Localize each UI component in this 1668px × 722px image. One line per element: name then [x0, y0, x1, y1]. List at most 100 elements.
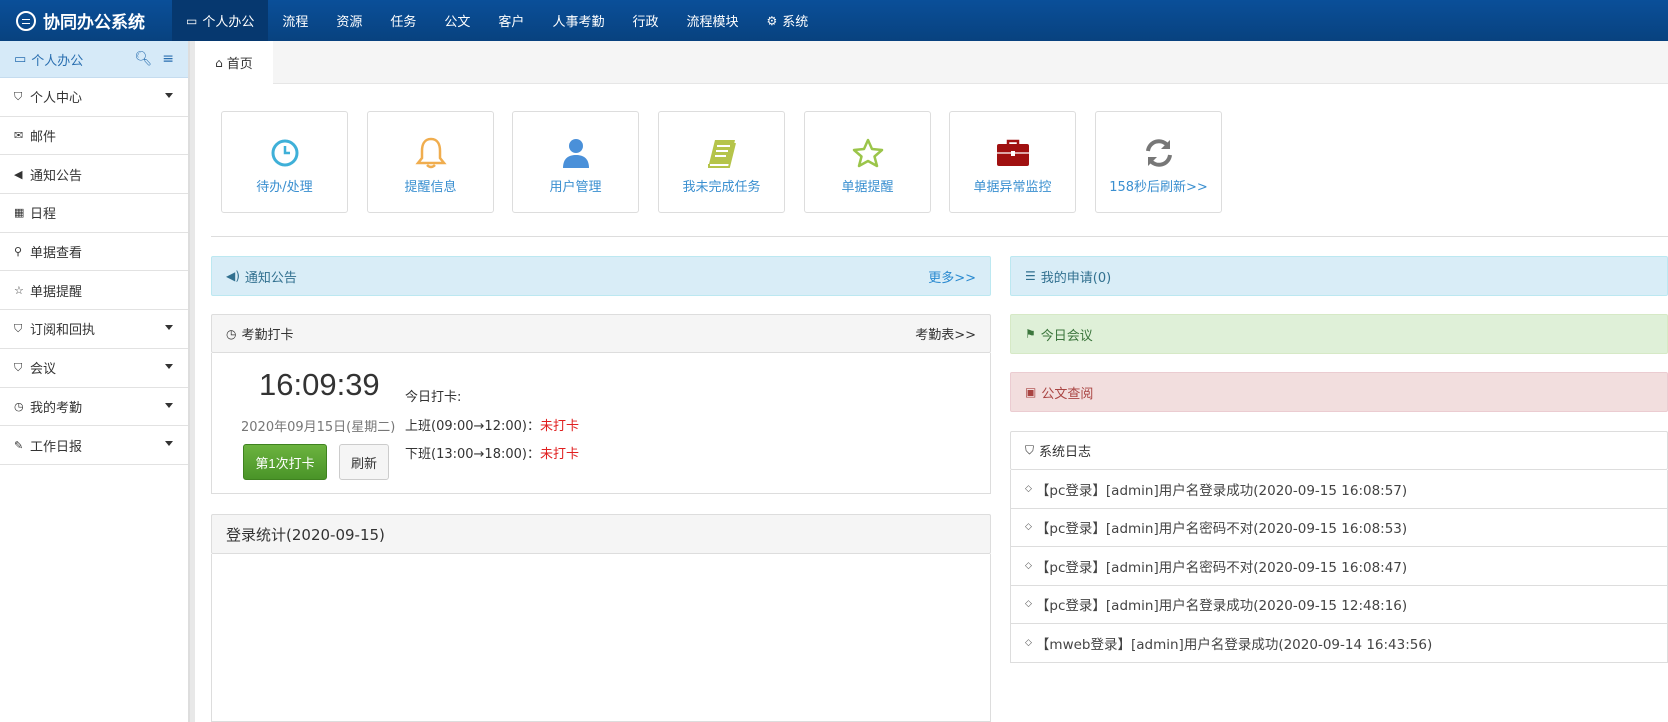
caret-down-icon: [165, 325, 173, 331]
notice-panel-title: 通知公告: [244, 270, 297, 286]
nav-item-workflow[interactable]: 流程: [268, 0, 322, 41]
refresh-button[interactable]: 刷新: [339, 444, 389, 480]
nav-item-workflow-module[interactable]: 流程模块: [672, 0, 752, 41]
sidebar-item-subscriptions[interactable]: ⛉ 订阅和回执: [0, 310, 188, 349]
sidebar-title: ▭ 个人办公: [14, 51, 84, 69]
shift-morning: 上班(09:00→12:00)：未打卡: [405, 419, 579, 434]
flag-icon: ⚑: [1025, 327, 1036, 341]
list-icon: ☰: [1025, 269, 1036, 283]
login-stats-chart-area: [211, 554, 991, 722]
app-title: 协同办公系统: [43, 13, 145, 33]
tab-home[interactable]: ⌂ 首页: [195, 41, 273, 84]
nav-item-tasks[interactable]: 任务: [376, 0, 430, 41]
sidebar-item-doc-reminder[interactable]: ☆ 单据提醒: [0, 271, 188, 311]
diamond-icon: ◇: [1025, 560, 1032, 571]
bookmark-icon: ⛉: [14, 321, 23, 335]
caret-down-icon: [165, 363, 173, 369]
top-navbar: 协同办公系统 ▭ 个人办公 流程 资源 任务 公文 客户 人事考勤 行政 流程模…: [0, 0, 1668, 41]
sidebar-item-mail[interactable]: ✉ 邮件: [0, 117, 188, 156]
bookmark-icon: ⛉: [14, 89, 23, 103]
today-punch-label: 今日打卡:: [405, 390, 462, 405]
sidebar-item-schedule[interactable]: ▦ 日程: [0, 194, 188, 233]
sidebar-item-daily-report[interactable]: ✎ 工作日报: [0, 426, 188, 465]
shift-afternoon: 下班(13:00→18:00)：未打卡: [405, 447, 579, 462]
login-stats-title: 登录统计(2020-09-15): [226, 525, 385, 544]
monitor-icon: ▭: [14, 51, 27, 67]
menu-icon[interactable]: ≡: [162, 51, 174, 67]
current-time: 16:09:39: [259, 367, 380, 402]
chat-logo-icon: [16, 10, 36, 31]
user-icon: [561, 136, 591, 170]
nav-item-resources[interactable]: 资源: [322, 0, 376, 41]
clock-icon: ◷: [226, 326, 237, 341]
current-date: 2020年09月15日(星期二): [241, 420, 396, 435]
tile-doc-reminder[interactable]: 单据提醒: [804, 111, 931, 213]
sidebar-item-my-attendance[interactable]: ◷ 我的考勤: [0, 388, 188, 427]
nav-item-system[interactable]: ⚙ 系统: [752, 0, 822, 41]
app-brand[interactable]: 协同办公系统: [0, 0, 172, 41]
star-icon: ☆: [14, 283, 24, 297]
bell-icon: [414, 136, 447, 170]
tile-unfinished-tasks[interactable]: 我未完成任务: [658, 111, 785, 213]
tile-user-management[interactable]: 用户管理: [512, 111, 639, 213]
syslog-title: 系统日志: [1039, 445, 1092, 460]
tab-bar: ⌂ 首页: [195, 41, 1668, 84]
meeting-title: 今日会议: [1040, 328, 1093, 344]
attendance-panel-title: 考勤打卡: [241, 328, 294, 343]
nav-item-admin[interactable]: 行政: [618, 0, 672, 41]
volume-icon: ◀): [226, 269, 240, 283]
notice-more-link[interactable]: 更多>>: [928, 267, 976, 286]
sidebar-splitter[interactable]: [189, 41, 195, 722]
diamond-icon: ◇: [1025, 522, 1032, 533]
search-icon[interactable]: 🔍︎: [134, 51, 152, 67]
caret-down-icon: [165, 93, 173, 98]
edit-icon: ✎: [14, 438, 24, 452]
home-icon: ⌂: [215, 55, 223, 70]
tile-reminders[interactable]: 提醒信息: [367, 111, 494, 213]
my-apply-panel-header[interactable]: ☰ 我的申请(0): [1010, 256, 1668, 296]
briefcase-icon: [996, 136, 1030, 170]
star-icon: [852, 136, 884, 170]
diamond-icon: ◇: [1025, 483, 1032, 494]
syslog-item: ◇ 【mweb登录】[admin]用户名登录成功(2020-09-14 16:43…: [1010, 624, 1668, 663]
attendance-sheet-link[interactable]: 考勤表>>: [915, 324, 976, 343]
caret-down-icon: [165, 441, 173, 447]
bookmark-icon: ⛉: [1025, 443, 1035, 457]
book-icon: [706, 136, 738, 170]
section-divider: [211, 236, 1668, 237]
search-icon: ⚲: [14, 245, 23, 259]
monitor-icon: ▭: [186, 13, 198, 28]
doc-panel-header[interactable]: ▣ 公文查阅: [1010, 372, 1668, 412]
nav-item-personal-office[interactable]: ▭ 个人办公: [172, 0, 269, 41]
clock-icon: [270, 136, 300, 170]
doc-panel-title: 公文查阅: [1041, 386, 1094, 402]
clock-icon: ◷: [14, 399, 24, 413]
tile-auto-refresh[interactable]: 158秒后刷新>>: [1095, 111, 1222, 213]
login-stats-panel-header: 登录统计(2020-09-15): [211, 514, 991, 554]
syslog-item: ◇ 【pc登录】[admin]用户名登录成功(2020-09-15 16:08:5…: [1010, 470, 1668, 509]
sidebar-item-meetings[interactable]: ⛉ 会议: [0, 349, 188, 388]
sidebar-header: ▭ 个人办公 🔍︎ ≡: [0, 41, 188, 78]
syslog-item: ◇ 【pc登录】[admin]用户名登录成功(2020-09-15 12:48:1…: [1010, 585, 1668, 624]
tile-doc-exception-monitor[interactable]: 单据异常监控: [949, 111, 1076, 213]
syslog-panel-header: ⛉ 系统日志: [1010, 431, 1668, 470]
syslog-item: ◇ 【pc登录】[admin]用户名密码不对(2020-09-15 16:08:4…: [1010, 547, 1668, 586]
syslog-item: ◇ 【pc登录】[admin]用户名密码不对(2020-09-15 16:08:5…: [1010, 508, 1668, 547]
my-apply-title: 我的申请(0): [1040, 270, 1112, 286]
sidebar-item-doc-view[interactable]: ⚲ 单据查看: [0, 233, 188, 272]
punch-in-button[interactable]: 第1次打卡: [243, 444, 327, 480]
meeting-panel-header[interactable]: ⚑ 今日会议: [1010, 314, 1668, 354]
nav-item-hr-attendance[interactable]: 人事考勤: [538, 0, 618, 41]
sidebar-item-notices[interactable]: ◀ 通知公告: [0, 155, 188, 195]
tile-todo[interactable]: 待办/处理: [221, 111, 348, 213]
sidebar: ▭ 个人办公 🔍︎ ≡ ⛉ 个人中心 ✉ 邮件 ◀ 通知公告 ▦ 日程 ⚲ 单据查看 ☆ 单…: [0, 41, 189, 722]
sidebar-item-personal-center[interactable]: ⛉ 个人中心: [0, 78, 188, 117]
nav-item-documents[interactable]: 公文: [430, 0, 484, 41]
refresh-icon: [1143, 136, 1175, 170]
calendar-icon: ▦: [14, 206, 25, 220]
briefcase-icon: ▣: [1025, 385, 1037, 399]
diamond-icon: ◇: [1025, 637, 1032, 648]
attendance-panel-header: ◷ 考勤打卡 考勤表>>: [211, 314, 991, 353]
bookmark-icon: ⛉: [14, 360, 23, 374]
nav-item-customers[interactable]: 客户: [484, 0, 538, 41]
